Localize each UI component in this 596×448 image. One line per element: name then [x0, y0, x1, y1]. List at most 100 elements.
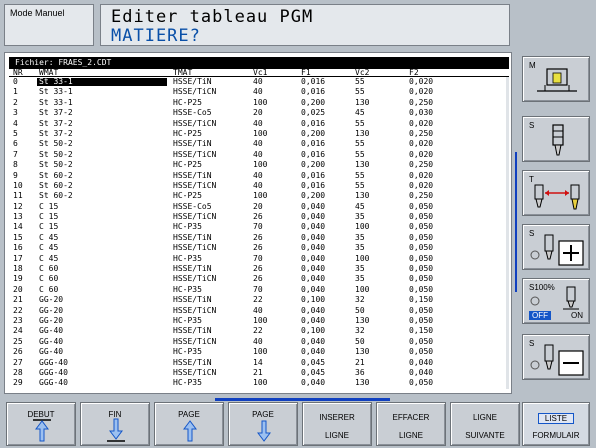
- cell-f1[interactable]: 0,040: [301, 222, 325, 232]
- page-up-button[interactable]: PAGE: [154, 402, 224, 446]
- cell-wmat[interactable]: C 45: [39, 254, 58, 264]
- cell-f2[interactable]: 0,050: [409, 212, 433, 222]
- cell-wmat[interactable]: C 45: [39, 233, 58, 243]
- table-row[interactable]: 13 C 15 HSSE/TiCN 26 0,040 35 0,050: [9, 212, 509, 222]
- cell-f1[interactable]: 0,200: [301, 129, 325, 139]
- cell-nr[interactable]: 27: [13, 358, 23, 368]
- cell-vc2[interactable]: 55: [355, 150, 365, 160]
- cell-vc1[interactable]: 40: [253, 139, 263, 149]
- page-down-button[interactable]: PAGE: [228, 402, 298, 446]
- cell-wmat[interactable]: C 45: [39, 243, 58, 253]
- cell-vc1[interactable]: 40: [253, 171, 263, 181]
- cell-f2[interactable]: 0,050: [409, 316, 433, 326]
- cell-wmat[interactable]: St 50-2: [39, 160, 73, 170]
- cell-tmat[interactable]: HSSE/TiCN: [173, 337, 216, 347]
- cell-f1[interactable]: 0,045: [301, 368, 325, 378]
- cell-tmat[interactable]: HSSE/TiCN: [173, 368, 216, 378]
- cell-vc2[interactable]: 35: [355, 243, 365, 253]
- cell-tmat[interactable]: HSSE/TiN: [173, 233, 212, 243]
- cell-vc1[interactable]: 100: [253, 191, 267, 201]
- cell-f1[interactable]: 0,016: [301, 171, 325, 181]
- cell-nr[interactable]: 25: [13, 337, 23, 347]
- cell-tmat[interactable]: HSSE/TiCN: [173, 181, 216, 191]
- table-row[interactable]: 7 St 50-2 HSSE/TiCN 40 0,016 55 0,020: [9, 150, 509, 160]
- cell-nr[interactable]: 7: [13, 150, 18, 160]
- cell-nr[interactable]: 9: [13, 171, 18, 181]
- cell-f1[interactable]: 0,025: [301, 108, 325, 118]
- cell-wmat[interactable]: GG-40: [39, 347, 63, 357]
- cell-vc1[interactable]: 40: [253, 150, 263, 160]
- cell-f2[interactable]: 0,250: [409, 160, 433, 170]
- cell-nr[interactable]: 6: [13, 139, 18, 149]
- cell-vc1[interactable]: 40: [253, 119, 263, 129]
- cell-vc2[interactable]: 55: [355, 87, 365, 97]
- cell-wmat[interactable]: C 60: [39, 264, 58, 274]
- cell-f2[interactable]: 0,020: [409, 77, 433, 87]
- cell-f1[interactable]: 0,040: [301, 347, 325, 357]
- table-row[interactable]: 28 GGG-40 HSSE/TiCN 21 0,045 36 0,040: [9, 368, 509, 378]
- cell-f1[interactable]: 0,045: [301, 358, 325, 368]
- table-row[interactable]: 22 GG-20 HSSE/TiCN 40 0,040 50 0,050: [9, 306, 509, 316]
- cell-wmat[interactable]: C 15: [39, 212, 58, 222]
- cell-f1[interactable]: 0,016: [301, 181, 325, 191]
- cell-vc1[interactable]: 70: [253, 285, 263, 295]
- cell-f1[interactable]: 0,016: [301, 139, 325, 149]
- table-row[interactable]: 14 C 15 HC-P35 70 0,040 100 0,050: [9, 222, 509, 232]
- cell-vc1[interactable]: 26: [253, 274, 263, 284]
- cell-vc1[interactable]: 40: [253, 181, 263, 191]
- cell-f2[interactable]: 0,020: [409, 171, 433, 181]
- cell-nr[interactable]: 3: [13, 108, 18, 118]
- cell-wmat[interactable]: GG-40: [39, 326, 63, 336]
- cell-vc1[interactable]: 40: [253, 87, 263, 97]
- cell-wmat[interactable]: St 60-2: [39, 181, 73, 191]
- cell-wmat[interactable]: St 50-2: [39, 139, 73, 149]
- cell-vc2[interactable]: 130: [355, 316, 369, 326]
- cell-f1[interactable]: 0,040: [301, 233, 325, 243]
- cell-vc2[interactable]: 35: [355, 233, 365, 243]
- cell-nr[interactable]: 28: [13, 368, 23, 378]
- spindle-override-key[interactable]: S100% OFF ON: [522, 278, 590, 324]
- cell-vc1[interactable]: 26: [253, 233, 263, 243]
- cell-vc1[interactable]: 20: [253, 108, 263, 118]
- cell-nr[interactable]: 26: [13, 347, 23, 357]
- cell-f2[interactable]: 0,050: [409, 378, 433, 388]
- ligne-suivante-button[interactable]: LIGNE SUIVANTE: [450, 402, 520, 446]
- cell-wmat[interactable]: GGG-40: [39, 358, 68, 368]
- cell-nr[interactable]: 5: [13, 129, 18, 139]
- cell-nr[interactable]: 12: [13, 202, 23, 212]
- cell-f2[interactable]: 0,050: [409, 274, 433, 284]
- cell-vc1[interactable]: 100: [253, 129, 267, 139]
- cell-tmat[interactable]: HC-P25: [173, 129, 202, 139]
- effacer-ligne-button[interactable]: EFFACER LIGNE: [376, 402, 446, 446]
- cell-tmat[interactable]: HSSE/TiN: [173, 326, 212, 336]
- cell-tmat[interactable]: HSSE/TiN: [173, 358, 212, 368]
- table-row[interactable]: 6 St 50-2 HSSE/TiN 40 0,016 55 0,020: [9, 139, 509, 149]
- cell-nr[interactable]: 0: [13, 77, 18, 87]
- cell-nr[interactable]: 19: [13, 274, 23, 284]
- cell-nr[interactable]: 10: [13, 181, 23, 191]
- cell-f1[interactable]: 0,040: [301, 212, 325, 222]
- spindle-m-key[interactable]: M: [522, 56, 590, 102]
- cell-vc1[interactable]: 70: [253, 222, 263, 232]
- cell-vc1[interactable]: 26: [253, 243, 263, 253]
- cell-tmat[interactable]: HC-P35: [173, 378, 202, 388]
- cell-tmat[interactable]: HC-P35: [173, 254, 202, 264]
- cell-wmat[interactable]: St 60-2: [39, 171, 73, 181]
- table-row[interactable]: 20 C 60 HC-P35 70 0,040 100 0,050: [9, 285, 509, 295]
- cell-vc2[interactable]: 130: [355, 129, 369, 139]
- table-row[interactable]: 26 GG-40 HC-P35 100 0,040 130 0,050: [9, 347, 509, 357]
- table-row[interactable]: 0 St 33-1 HSSE/TiN 40 0,016 55 0,020: [9, 77, 509, 87]
- cell-f2[interactable]: 0,050: [409, 264, 433, 274]
- cell-tmat[interactable]: HSSE/TiCN: [173, 243, 216, 253]
- cell-f1[interactable]: 0,040: [301, 337, 325, 347]
- cell-tmat[interactable]: HC-P35: [173, 222, 202, 232]
- cell-vc1[interactable]: 26: [253, 264, 263, 274]
- cell-nr[interactable]: 4: [13, 119, 18, 129]
- cell-tmat[interactable]: HC-P35: [173, 316, 202, 326]
- spindle-s-key[interactable]: S: [522, 116, 590, 162]
- table-row[interactable]: 4 St 37-2 HSSE/TiCN 40 0,016 55 0,020: [9, 119, 509, 129]
- cell-f2[interactable]: 0,050: [409, 254, 433, 264]
- table-row[interactable]: 11 St 60-2 HC-P25 100 0,200 130 0,250: [9, 191, 509, 201]
- spindle-minus-key[interactable]: S: [522, 334, 590, 380]
- cell-tmat[interactable]: HSSE/TiN: [173, 77, 212, 87]
